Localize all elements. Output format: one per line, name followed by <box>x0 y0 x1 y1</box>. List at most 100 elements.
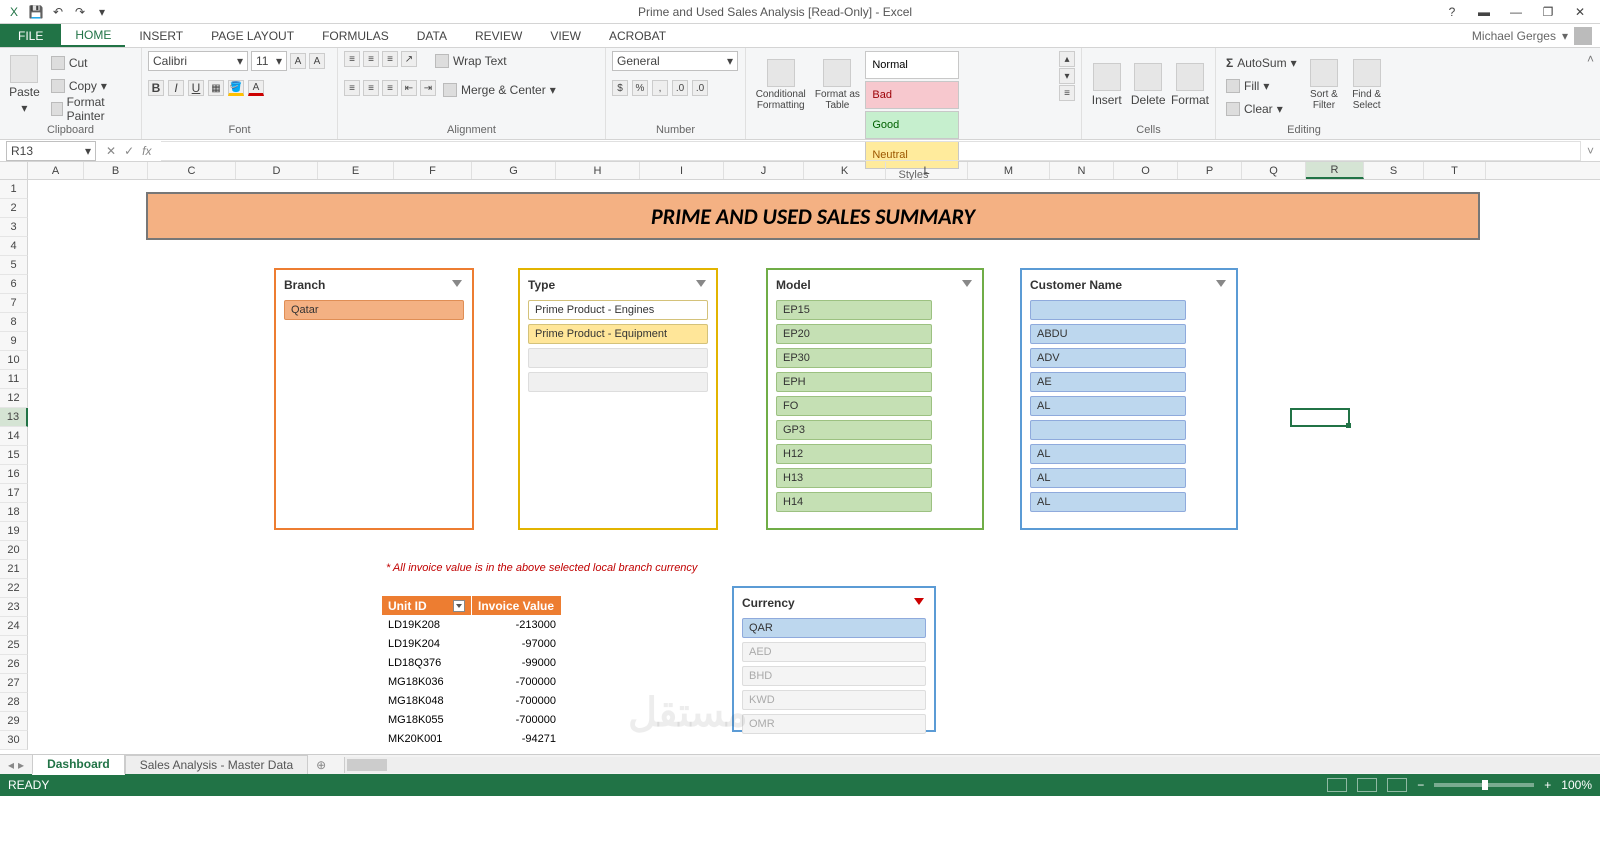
italic-button[interactable]: I <box>168 80 184 96</box>
tab-view[interactable]: VIEW <box>536 24 595 47</box>
close-icon[interactable]: ✕ <box>1568 3 1592 21</box>
table-row[interactable]: MG18K048-700000 <box>382 691 562 710</box>
column-header[interactable]: B <box>84 162 148 179</box>
tab-nav-last-icon[interactable]: ▸ <box>18 758 24 772</box>
orientation-button[interactable]: ↗ <box>401 51 417 67</box>
slicer-item[interactable]: AL <box>1030 444 1186 464</box>
clear-filter-icon[interactable] <box>960 278 974 292</box>
conditional-formatting-button[interactable]: Conditional Formatting <box>752 51 809 119</box>
slicer-model[interactable]: Model EP15EP20EP30EPHFOGP3H12H13H14 <box>766 268 984 530</box>
fill-color-button[interactable]: 🪣 <box>228 80 244 96</box>
align-middle-button[interactable]: ≡ <box>363 51 379 67</box>
column-header[interactable]: S <box>1364 162 1424 179</box>
slicer-item[interactable]: H14 <box>776 492 932 512</box>
ribbon-options-icon[interactable]: ▬ <box>1472 3 1496 21</box>
slicer-item[interactable]: EP30 <box>776 348 932 368</box>
slicer-item[interactable]: H13 <box>776 468 932 488</box>
slicer-item[interactable] <box>528 372 708 392</box>
clear-filter-icon[interactable] <box>912 596 926 610</box>
slicer-item[interactable]: Qatar <box>284 300 464 320</box>
find-select-button[interactable]: Find & Select <box>1347 51 1386 119</box>
column-header[interactable]: O <box>1114 162 1178 179</box>
new-sheet-button[interactable]: ⊕ <box>308 758 334 772</box>
row-header[interactable]: 25 <box>0 636 28 655</box>
delete-cells-button[interactable]: Delete <box>1129 51 1166 119</box>
row-header[interactable]: 29 <box>0 712 28 731</box>
tab-page-layout[interactable]: PAGE LAYOUT <box>197 24 308 47</box>
row-header[interactable]: 3 <box>0 218 28 237</box>
column-header[interactable]: H <box>556 162 640 179</box>
row-header[interactable]: 10 <box>0 351 28 370</box>
filter-dropdown-icon[interactable] <box>453 600 465 612</box>
name-box[interactable]: R13▾ <box>6 141 96 161</box>
slicer-branch[interactable]: Branch Qatar <box>274 268 474 530</box>
slicer-item[interactable]: FO <box>776 396 932 416</box>
view-layout-button[interactable] <box>1357 778 1377 792</box>
paste-button[interactable]: Paste▾ <box>6 51 43 119</box>
clear-filter-icon[interactable] <box>450 278 464 292</box>
bold-button[interactable]: B <box>148 80 164 96</box>
table-header-unit[interactable]: Unit ID <box>382 596 472 615</box>
align-top-button[interactable]: ≡ <box>344 51 360 67</box>
slicer-item[interactable]: Prime Product - Engines <box>528 300 708 320</box>
slicer-type[interactable]: Type Prime Product - Engines Prime Produ… <box>518 268 718 530</box>
row-header[interactable]: 14 <box>0 427 28 446</box>
qat-dropdown-icon[interactable]: ▾ <box>94 4 110 20</box>
slicer-currency[interactable]: Currency QARAEDBHDKWDOMR <box>732 586 936 732</box>
table-row[interactable]: LD18Q376-99000 <box>382 653 562 672</box>
slicer-item[interactable]: AL <box>1030 396 1186 416</box>
tab-nav-first-icon[interactable]: ◂ <box>8 758 14 772</box>
accounting-button[interactable]: $ <box>612 80 628 96</box>
slicer-item[interactable] <box>1030 300 1186 320</box>
table-row[interactable]: LD19K208-213000 <box>382 615 562 634</box>
cancel-formula-icon[interactable]: ✕ <box>106 144 116 158</box>
zoom-slider[interactable] <box>1434 783 1534 787</box>
row-header[interactable]: 18 <box>0 503 28 522</box>
slicer-item[interactable]: EP20 <box>776 324 932 344</box>
save-icon[interactable]: 💾 <box>28 4 44 20</box>
row-header[interactable]: 5 <box>0 256 28 275</box>
tab-formulas[interactable]: FORMULAS <box>308 24 403 47</box>
grow-font-button[interactable]: A <box>290 53 306 69</box>
table-row[interactable]: MG18K036-700000 <box>382 672 562 691</box>
row-header[interactable]: 2 <box>0 199 28 218</box>
comma-button[interactable]: , <box>652 80 668 96</box>
sheet-tab-dashboard[interactable]: Dashboard <box>32 754 125 775</box>
clear-button[interactable]: Clear ▾ <box>1222 99 1301 119</box>
row-header[interactable]: 21 <box>0 560 28 579</box>
row-header[interactable]: 20 <box>0 541 28 560</box>
row-header[interactable]: 4 <box>0 237 28 256</box>
copy-button[interactable]: Copy ▾ <box>47 76 135 96</box>
insert-cells-button[interactable]: Insert <box>1088 51 1125 119</box>
undo-icon[interactable]: ↶ <box>50 4 66 20</box>
row-header[interactable]: 15 <box>0 446 28 465</box>
shrink-font-button[interactable]: A <box>309 53 325 69</box>
percent-button[interactable]: % <box>632 80 648 96</box>
row-header[interactable]: 7 <box>0 294 28 313</box>
row-header[interactable]: 16 <box>0 465 28 484</box>
slicer-item[interactable]: AE <box>1030 372 1186 392</box>
slicer-item[interactable]: AL <box>1030 468 1186 488</box>
clear-filter-icon[interactable] <box>1214 278 1228 292</box>
table-row[interactable]: MK20K001-94271 <box>382 729 562 748</box>
slicer-item[interactable]: GP3 <box>776 420 932 440</box>
row-header[interactable]: 8 <box>0 313 28 332</box>
row-header[interactable]: 6 <box>0 275 28 294</box>
row-header[interactable]: 26 <box>0 655 28 674</box>
style-good[interactable]: Good <box>865 111 959 139</box>
view-break-button[interactable] <box>1387 778 1407 792</box>
horizontal-scrollbar[interactable] <box>344 757 1600 773</box>
zoom-level[interactable]: 100% <box>1561 778 1592 792</box>
row-header[interactable]: 11 <box>0 370 28 389</box>
slicer-item[interactable]: Prime Product - Equipment <box>528 324 708 344</box>
autosum-button[interactable]: ΣAutoSum ▾ <box>1222 53 1301 73</box>
slicer-item[interactable]: EPH <box>776 372 932 392</box>
font-color-button[interactable]: A <box>248 80 264 96</box>
row-header[interactable]: 22 <box>0 579 28 598</box>
minimize-icon[interactable]: — <box>1504 3 1528 21</box>
table-header-value[interactable]: Invoice Value <box>472 596 562 615</box>
slicer-item[interactable]: OMR <box>742 714 926 734</box>
sheet-tab-master[interactable]: Sales Analysis - Master Data <box>125 755 308 774</box>
table-row[interactable]: MG18K055-700000 <box>382 710 562 729</box>
align-bottom-button[interactable]: ≡ <box>382 51 398 67</box>
